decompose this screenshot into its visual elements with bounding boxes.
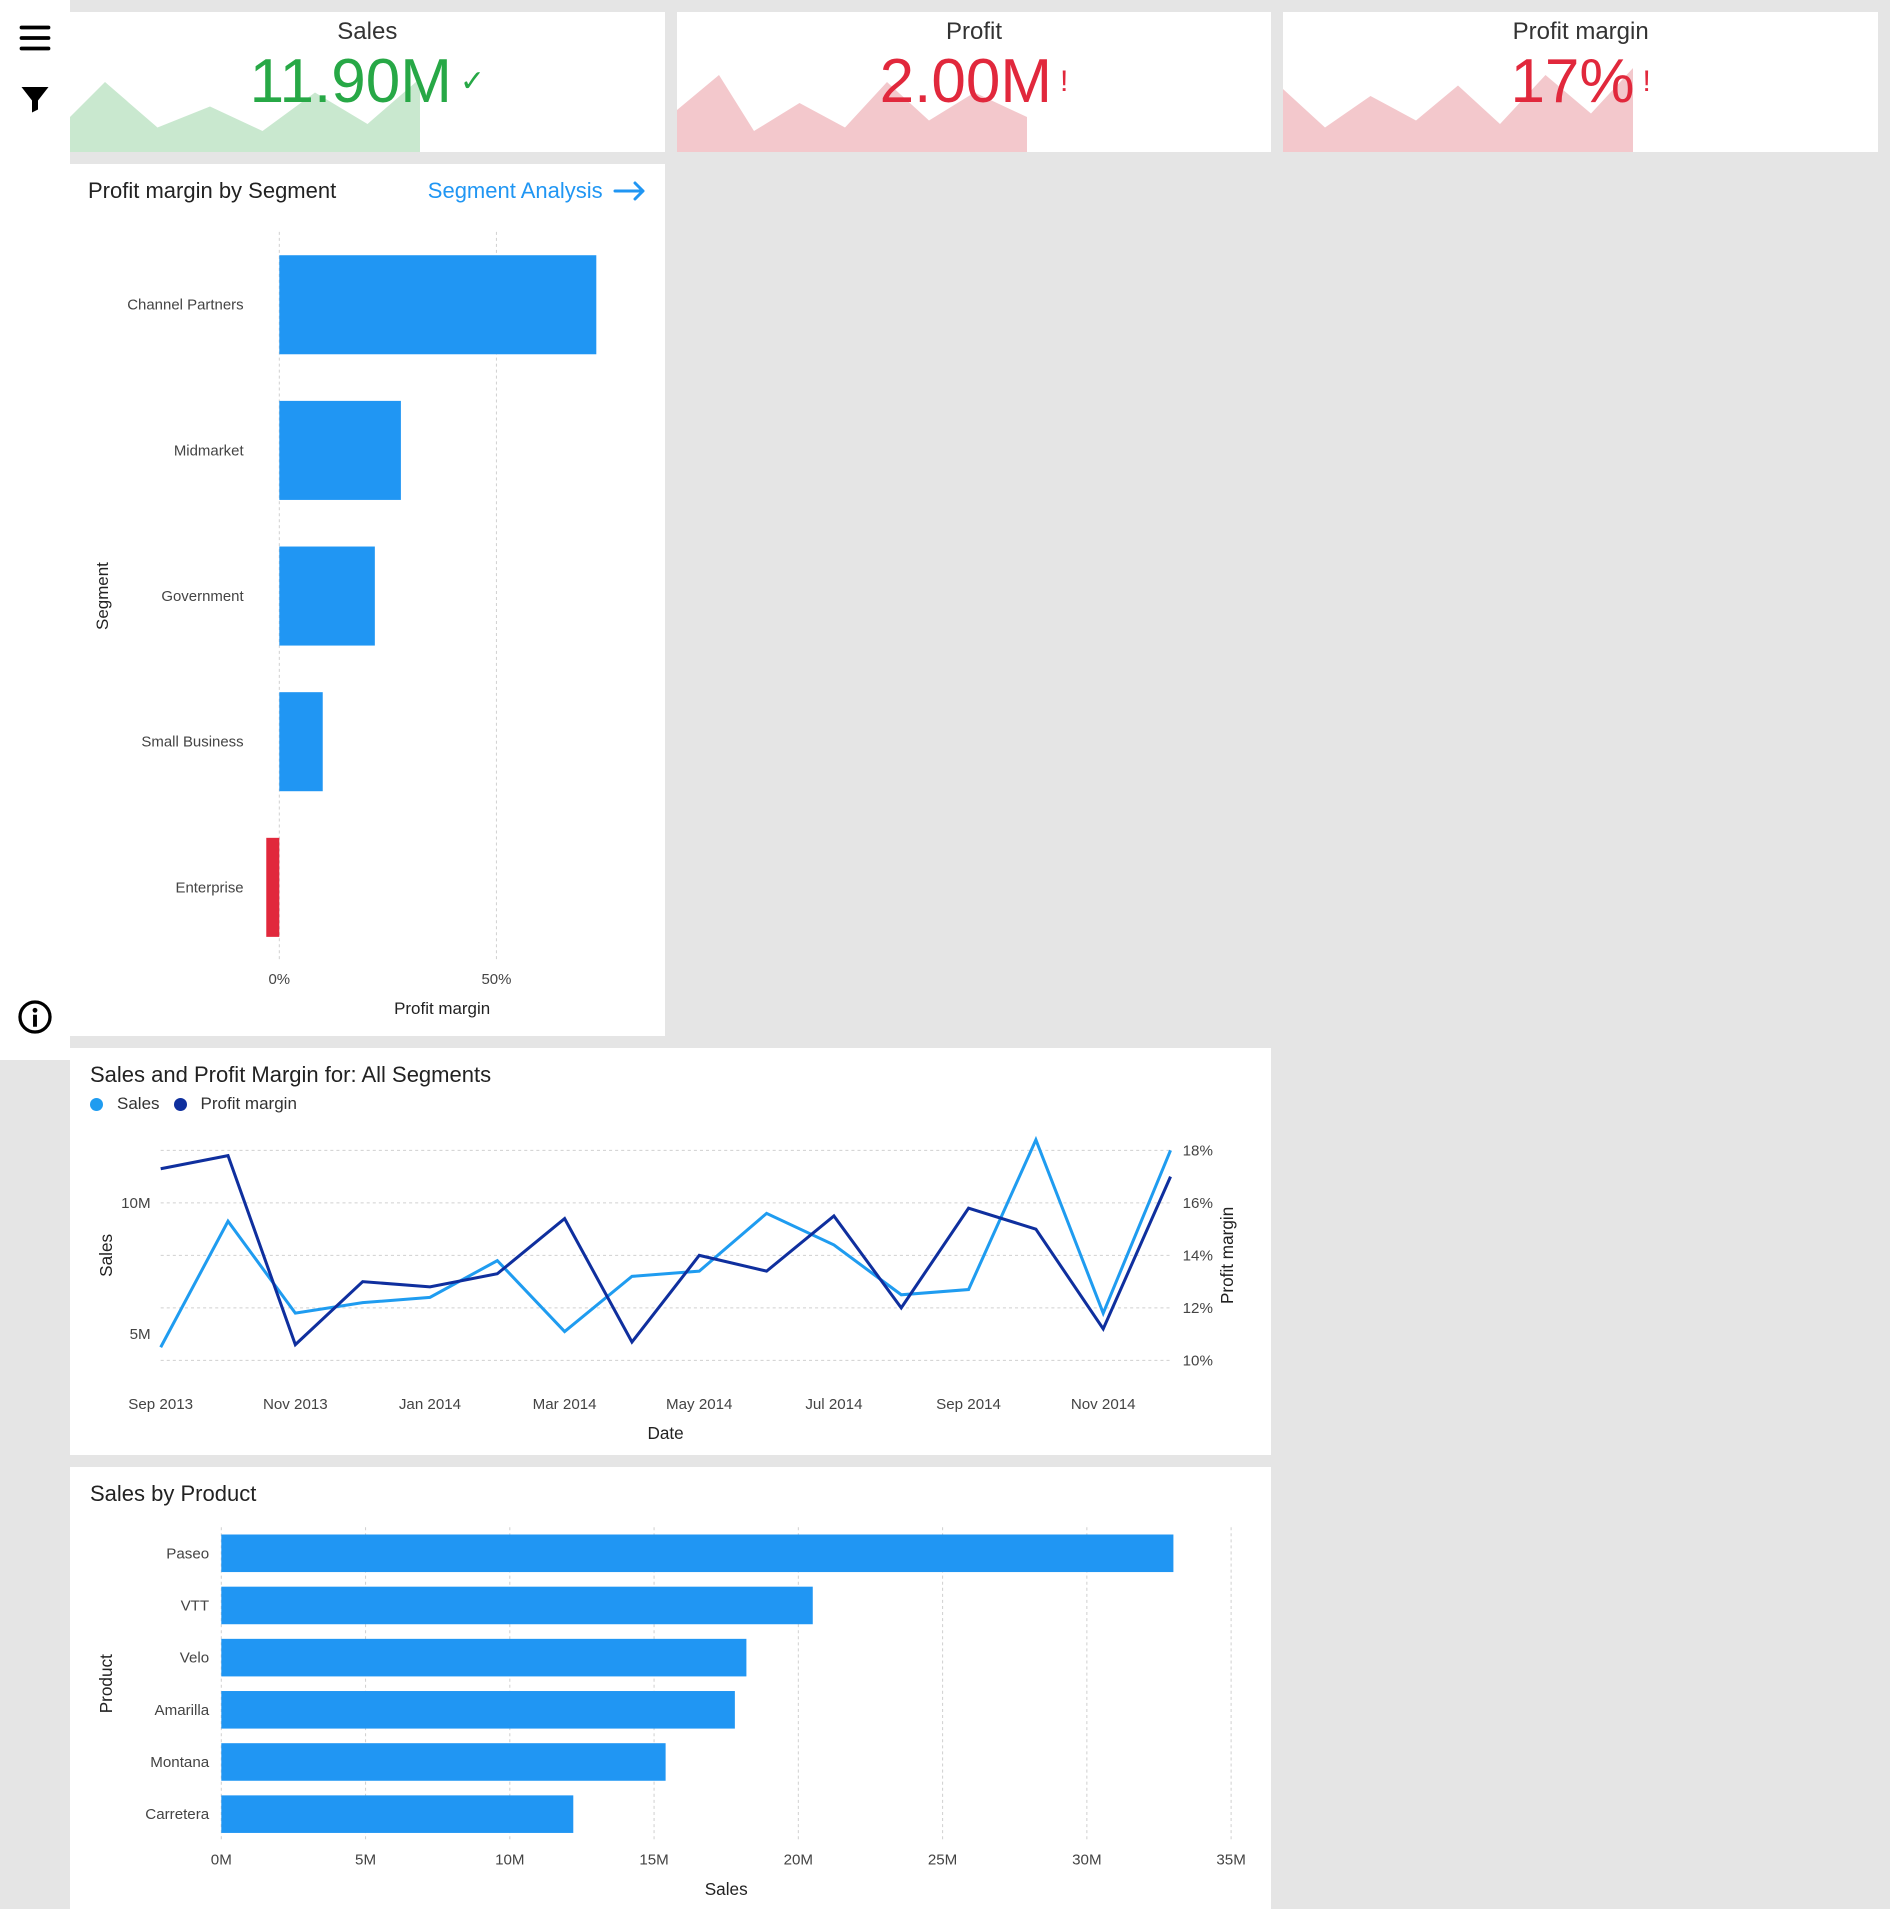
svg-text:Amarilla: Amarilla <box>155 1702 210 1719</box>
product-chart-svg: 0M 5M 10M 15M 20M 25M 30M 35M Paseo VTT Velo Amaril… <box>90 1507 1251 1901</box>
svg-text:Carretera: Carretera <box>145 1806 209 1823</box>
svg-text:0M: 0M <box>211 1852 232 1869</box>
filter-icon[interactable] <box>17 81 53 122</box>
svg-text:Channel Partners: Channel Partners <box>127 297 243 314</box>
legend-label-margin: Profit margin <box>201 1094 297 1114</box>
legend-dot-sales <box>90 1098 103 1111</box>
svg-text:Nov 2013: Nov 2013 <box>263 1396 328 1413</box>
svg-text:Mar 2014: Mar 2014 <box>533 1396 597 1413</box>
kpi-margin[interactable]: Profit margin 17%! <box>1283 12 1878 152</box>
main-grid: Sales 11.90M✓ Profit 2.00M! Profit margi… <box>70 0 1890 1060</box>
svg-text:Enterprise: Enterprise <box>175 879 243 896</box>
product-chart-card[interactable]: Sales by Product 0M 5M 10M 15M 20M 25M 30M 35M P… <box>70 1467 1271 1909</box>
svg-text:10%: 10% <box>1183 1352 1213 1369</box>
legend-label-sales: Sales <box>117 1094 160 1114</box>
svg-text:25M: 25M <box>928 1852 957 1869</box>
svg-text:Sales: Sales <box>96 1234 116 1277</box>
line-chart-title: Sales and Profit Margin for: All Segment… <box>90 1062 1251 1088</box>
kpi-sales-value: 11.90M✓ <box>250 46 485 117</box>
warning-icon: ! <box>1643 65 1651 99</box>
segment-chart-svg: 0% 50% Channel Partners Midmarket Government… <box>88 204 647 1028</box>
svg-text:18%: 18% <box>1183 1142 1213 1159</box>
svg-text:Government: Government <box>161 588 244 605</box>
kpi-sales-title: Sales <box>337 18 397 46</box>
svg-text:14%: 14% <box>1183 1247 1213 1264</box>
svg-text:May 2014: May 2014 <box>666 1396 732 1413</box>
segment-chart-title: Profit margin by Segment <box>88 178 336 204</box>
svg-text:Jan 2014: Jan 2014 <box>399 1396 461 1413</box>
svg-text:Jul 2014: Jul 2014 <box>805 1396 862 1413</box>
svg-text:5M: 5M <box>130 1326 151 1343</box>
line-chart-legend: Sales Profit margin <box>90 1094 1251 1114</box>
svg-text:15M: 15M <box>639 1852 668 1869</box>
kpi-profit-title: Profit <box>946 18 1002 46</box>
svg-text:16%: 16% <box>1183 1195 1213 1212</box>
kpi-profit-value: 2.00M! <box>880 46 1069 117</box>
kpi-sales[interactable]: Sales 11.90M✓ <box>70 12 665 152</box>
line-chart-svg: 10% 12% 14% 16% 18% 5M 10M Sep 2013 Nov 2013 Jan … <box>90 1114 1251 1447</box>
svg-text:12%: 12% <box>1183 1300 1213 1317</box>
check-icon: ✓ <box>460 64 485 99</box>
svg-text:10M: 10M <box>121 1195 150 1212</box>
svg-text:Nov 2014: Nov 2014 <box>1071 1396 1136 1413</box>
sidebar <box>0 0 70 1060</box>
svg-text:Midmarket: Midmarket <box>174 442 245 459</box>
line-chart-card[interactable]: Sales and Profit Margin for: All Segment… <box>70 1048 1271 1455</box>
svg-text:Sep 2014: Sep 2014 <box>936 1396 1001 1413</box>
svg-text:Sep 2013: Sep 2013 <box>128 1396 193 1413</box>
svg-text:Product: Product <box>96 1654 116 1713</box>
segment-analysis-link[interactable]: Segment Analysis <box>428 178 647 204</box>
svg-text:Sales: Sales <box>705 1879 748 1899</box>
svg-text:VTT: VTT <box>181 1598 210 1615</box>
svg-text:5M: 5M <box>355 1852 376 1869</box>
info-icon[interactable] <box>17 999 53 1040</box>
svg-text:10M: 10M <box>495 1852 524 1869</box>
svg-text:Segment: Segment <box>93 562 112 630</box>
svg-text:Montana: Montana <box>150 1754 209 1771</box>
kpi-margin-title: Profit margin <box>1513 18 1649 46</box>
svg-text:Profit margin: Profit margin <box>1217 1207 1237 1304</box>
svg-text:30M: 30M <box>1072 1852 1101 1869</box>
kpi-margin-value: 17%! <box>1510 46 1650 117</box>
svg-text:0%: 0% <box>268 971 290 988</box>
svg-text:50%: 50% <box>481 971 511 988</box>
svg-text:Velo: Velo <box>180 1650 209 1667</box>
svg-text:Paseo: Paseo <box>166 1546 209 1563</box>
kpi-profit[interactable]: Profit 2.00M! <box>677 12 1272 152</box>
warning-icon: ! <box>1060 65 1068 99</box>
arrow-right-icon <box>613 179 647 203</box>
legend-dot-margin <box>174 1098 187 1111</box>
hamburger-icon[interactable] <box>17 20 53 61</box>
svg-text:Profit margin: Profit margin <box>394 999 490 1018</box>
segment-chart-card[interactable]: Profit margin by Segment Segment Analysi… <box>70 164 665 1036</box>
svg-text:Date: Date <box>647 1423 683 1443</box>
svg-text:35M: 35M <box>1216 1852 1245 1869</box>
product-chart-title: Sales by Product <box>90 1481 1251 1507</box>
svg-text:20M: 20M <box>784 1852 813 1869</box>
svg-text:Small Business: Small Business <box>141 734 243 751</box>
